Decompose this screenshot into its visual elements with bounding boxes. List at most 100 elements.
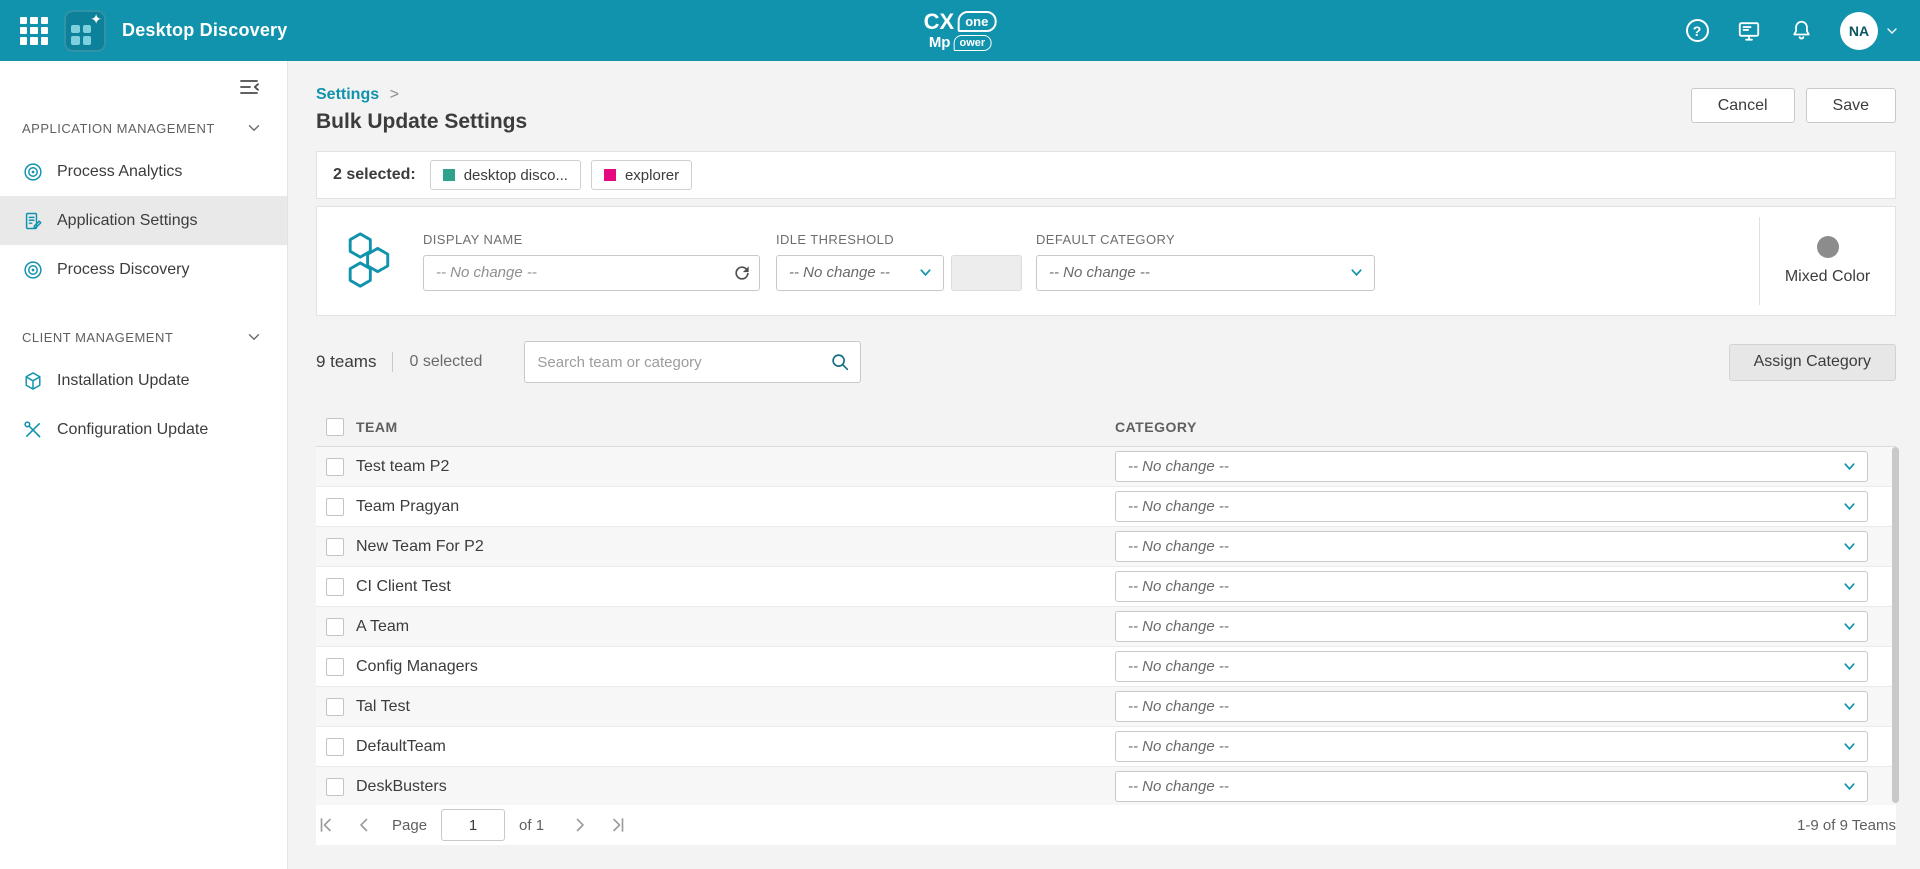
table-row: Tal Test -- No change -- bbox=[316, 687, 1896, 727]
app-color-swatch bbox=[443, 169, 455, 181]
selected-count-label: 2 selected: bbox=[333, 166, 416, 184]
save-button[interactable]: Save bbox=[1806, 88, 1896, 123]
default-category-select[interactable]: -- No change -- bbox=[1036, 255, 1375, 291]
table-row: Config Managers -- No change -- bbox=[316, 647, 1896, 687]
row-category-select[interactable]: -- No change -- bbox=[1115, 611, 1868, 642]
sidebar-item-label: Application Settings bbox=[57, 212, 198, 230]
search-input[interactable] bbox=[524, 341, 861, 383]
avatar[interactable]: NA bbox=[1840, 12, 1878, 50]
sidebar-section-client-management[interactable]: CLIENT MANAGEMENT bbox=[0, 312, 287, 356]
team-name: DefaultTeam bbox=[356, 738, 446, 756]
table-row: A Team -- No change -- bbox=[316, 607, 1896, 647]
team-name: CI Client Test bbox=[356, 578, 451, 596]
row-checkbox[interactable] bbox=[326, 698, 344, 716]
next-page-button[interactable] bbox=[570, 815, 590, 835]
divider bbox=[392, 352, 393, 372]
section-label: CLIENT MANAGEMENT bbox=[22, 330, 173, 345]
idle-threshold-value-input[interactable] bbox=[951, 255, 1022, 291]
selected-app-chip[interactable]: desktop disco... bbox=[430, 160, 581, 190]
app-launcher-grid-icon[interactable] bbox=[20, 17, 48, 45]
idle-threshold-label: IDLE THRESHOLD bbox=[776, 232, 1022, 247]
selected-app-chip[interactable]: explorer bbox=[591, 160, 692, 190]
last-page-button[interactable] bbox=[608, 815, 628, 835]
chevron-down-icon bbox=[1842, 699, 1857, 714]
sidebar-section-application-management[interactable]: APPLICATION MANAGEMENT bbox=[0, 103, 287, 147]
logo-ower-bubble: ower bbox=[953, 35, 991, 51]
row-category-select[interactable]: -- No change -- bbox=[1115, 491, 1868, 522]
installation-update-icon bbox=[22, 370, 44, 392]
row-checkbox[interactable] bbox=[326, 618, 344, 636]
team-column-header: TEAM bbox=[356, 419, 398, 435]
team-name: Config Managers bbox=[356, 658, 478, 676]
logo-mp-text: Mp bbox=[929, 35, 951, 51]
row-category-select[interactable]: -- No change -- bbox=[1115, 571, 1868, 602]
idle-threshold-select[interactable]: -- No change -- bbox=[776, 255, 944, 291]
configuration-update-icon bbox=[22, 419, 44, 441]
sidebar-item-process-discovery[interactable]: Process Discovery bbox=[0, 245, 287, 294]
user-menu[interactable]: NA bbox=[1840, 12, 1900, 50]
chevron-down-icon bbox=[1842, 659, 1857, 674]
table-row: DefaultTeam -- No change -- bbox=[316, 727, 1896, 767]
row-category-select[interactable]: -- No change -- bbox=[1115, 731, 1868, 762]
chevron-down-icon bbox=[1842, 459, 1857, 474]
row-checkbox[interactable] bbox=[326, 658, 344, 676]
row-category-select[interactable]: -- No change -- bbox=[1115, 691, 1868, 722]
cancel-button[interactable]: Cancel bbox=[1691, 88, 1795, 123]
row-category-select[interactable]: -- No change -- bbox=[1115, 451, 1868, 482]
mixed-color-label: Mixed Color bbox=[1785, 268, 1870, 286]
display-name-label: DISPLAY NAME bbox=[423, 232, 760, 247]
row-checkbox[interactable] bbox=[326, 538, 344, 556]
chevron-down-icon bbox=[1842, 499, 1857, 514]
logo-cx-text: CX bbox=[924, 11, 955, 33]
page-number-input[interactable] bbox=[441, 809, 505, 841]
first-page-button[interactable] bbox=[316, 815, 336, 835]
chevron-down-icon bbox=[1349, 265, 1364, 280]
row-checkbox[interactable] bbox=[326, 578, 344, 596]
selected-apps-card: 2 selected: desktop disco... explorer bbox=[316, 151, 1896, 199]
assign-category-button[interactable]: Assign Category bbox=[1729, 344, 1896, 381]
row-checkbox[interactable] bbox=[326, 778, 344, 796]
row-category-select[interactable]: -- No change -- bbox=[1115, 771, 1868, 802]
notifications-bell-icon[interactable] bbox=[1788, 18, 1814, 44]
previous-page-button[interactable] bbox=[354, 815, 374, 835]
page-of-label: of 1 bbox=[519, 817, 544, 834]
sidebar-item-configuration-update[interactable]: Configuration Update bbox=[0, 405, 287, 454]
table-row: Test team P2 -- No change -- bbox=[316, 447, 1896, 487]
reset-icon[interactable] bbox=[732, 263, 752, 283]
teams-table-header: TEAM CATEGORY bbox=[316, 407, 1896, 447]
search-icon[interactable] bbox=[829, 351, 851, 373]
table-row: DeskBusters -- No change -- bbox=[316, 767, 1896, 807]
hexagon-cluster-icon bbox=[337, 230, 399, 292]
select-all-checkbox[interactable] bbox=[326, 418, 344, 436]
sidebar-item-application-settings[interactable]: Application Settings bbox=[0, 196, 287, 245]
monitor-icon[interactable] bbox=[1736, 18, 1762, 44]
sidebar-item-installation-update[interactable]: Installation Update bbox=[0, 356, 287, 405]
logo-one-bubble: one bbox=[957, 11, 996, 32]
breadcrumb-settings-link[interactable]: Settings bbox=[316, 86, 379, 103]
help-icon[interactable]: ? bbox=[1684, 18, 1710, 44]
chevron-down-icon bbox=[1842, 779, 1857, 794]
chevron-down-icon bbox=[1842, 539, 1857, 554]
default-category-label: DEFAULT CATEGORY bbox=[1036, 232, 1375, 247]
display-name-input[interactable] bbox=[423, 255, 760, 291]
row-checkbox[interactable] bbox=[326, 458, 344, 476]
table-row: Team Pragyan -- No change -- bbox=[316, 487, 1896, 527]
mixed-color-swatch[interactable] bbox=[1817, 236, 1839, 258]
row-checkbox[interactable] bbox=[326, 498, 344, 516]
page-title: Bulk Update Settings bbox=[316, 109, 527, 135]
team-name: DeskBusters bbox=[356, 778, 447, 796]
row-checkbox[interactable] bbox=[326, 738, 344, 756]
pagination-range-label: 1-9 of 9 Teams bbox=[1797, 817, 1896, 834]
row-category-select[interactable]: -- No change -- bbox=[1115, 651, 1868, 682]
sidebar-item-process-analytics[interactable]: Process Analytics bbox=[0, 147, 287, 196]
process-discovery-icon bbox=[22, 259, 44, 281]
row-category-select[interactable]: -- No change -- bbox=[1115, 531, 1868, 562]
process-analytics-icon bbox=[22, 161, 44, 183]
application-settings-icon bbox=[22, 210, 44, 232]
table-scrollbar[interactable] bbox=[1892, 447, 1899, 803]
team-name: Team Pragyan bbox=[356, 498, 459, 516]
mixed-color-section: Mixed Color bbox=[1759, 217, 1895, 305]
bulk-edit-card: DISPLAY NAME IDLE THRESHOLD -- No change… bbox=[316, 206, 1896, 316]
sidebar-collapse-icon[interactable] bbox=[237, 75, 261, 99]
chevron-down-icon bbox=[245, 328, 263, 346]
